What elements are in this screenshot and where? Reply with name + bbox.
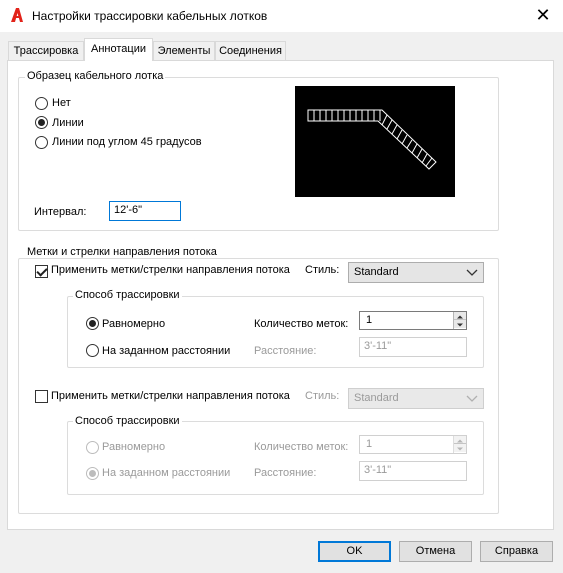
distance-label-2: Расстояние: bbox=[254, 467, 317, 479]
interval-input[interactable]: 12'-6" bbox=[109, 201, 181, 221]
close-icon: ✕ bbox=[535, 5, 551, 25]
flow-group-label: Метки и стрелки направления потока bbox=[25, 246, 219, 258]
method-group-1 bbox=[67, 296, 484, 368]
radio-at-distance-label-1: На заданном расстоянии bbox=[102, 345, 231, 357]
cable-tray-preview-drawing bbox=[307, 109, 437, 170]
autocad-a-icon bbox=[11, 8, 23, 22]
interval-label: Интервал: bbox=[34, 206, 87, 218]
radio-at-distance-1[interactable] bbox=[86, 344, 99, 357]
spin-up-icon[interactable] bbox=[454, 312, 466, 320]
count-value-1: 1 bbox=[366, 314, 373, 326]
distance-input-2[interactable]: 3'-11" bbox=[359, 461, 467, 481]
distance-input-1[interactable]: 3'-11" bbox=[359, 337, 467, 357]
radio-at-distance-2[interactable] bbox=[86, 467, 99, 480]
count-stepper-2[interactable]: 1 bbox=[359, 435, 467, 454]
radio-lines-label: Линии bbox=[52, 117, 84, 129]
style-label-2: Стиль: bbox=[305, 390, 340, 402]
tab-tracing[interactable]: Трассировка bbox=[8, 41, 84, 60]
count-value-2: 1 bbox=[366, 438, 373, 450]
cable-tray-preview bbox=[295, 86, 455, 197]
count-spin-buttons-2[interactable] bbox=[453, 436, 466, 453]
radio-evenly-2[interactable] bbox=[86, 441, 99, 454]
radio-evenly-label-1: Равномерно bbox=[102, 318, 166, 330]
radio-lines-45[interactable] bbox=[35, 136, 48, 149]
method-group-2 bbox=[67, 421, 484, 495]
radio-none[interactable] bbox=[35, 97, 48, 110]
chevron-down-icon bbox=[466, 395, 478, 402]
help-button[interactable]: Справка bbox=[480, 541, 553, 562]
tab-annotations[interactable]: Аннотации bbox=[84, 38, 153, 61]
chevron-down-icon bbox=[466, 269, 478, 276]
title-bar: Настройки трассировки кабельных лотков ✕ bbox=[0, 0, 563, 32]
radio-lines[interactable] bbox=[35, 116, 48, 129]
style-dropdown-1[interactable]: Standard bbox=[348, 262, 484, 283]
style-label-1: Стиль: bbox=[305, 264, 340, 276]
method-group-label-1: Способ трассировки bbox=[73, 289, 182, 301]
apply-flow-checkbox-1[interactable] bbox=[35, 265, 48, 278]
count-spin-buttons-1[interactable] bbox=[453, 312, 466, 329]
spin-down-icon[interactable] bbox=[454, 444, 466, 452]
radio-evenly-label-2: Равномерно bbox=[102, 441, 166, 453]
apply-flow-label-1: Применить метки/стрелки направления пото… bbox=[51, 264, 290, 276]
ok-button[interactable]: OK bbox=[318, 541, 391, 562]
apply-flow-checkbox-2[interactable] bbox=[35, 390, 48, 403]
radio-lines-45-label: Линии под углом 45 градусов bbox=[52, 136, 202, 148]
distance-label-1: Расстояние: bbox=[254, 345, 317, 357]
radio-at-distance-label-2: На заданном расстоянии bbox=[102, 467, 231, 479]
method-group-label-2: Способ трассировки bbox=[73, 415, 182, 427]
sample-group-label: Образец кабельного лотка bbox=[25, 70, 166, 82]
radio-evenly-1[interactable] bbox=[86, 317, 99, 330]
count-label-1: Количество меток: bbox=[254, 318, 349, 330]
tab-elements[interactable]: Элементы bbox=[153, 41, 215, 60]
spin-down-icon[interactable] bbox=[454, 320, 466, 328]
cancel-button[interactable]: Отмена bbox=[399, 541, 472, 562]
count-label-2: Количество меток: bbox=[254, 441, 349, 453]
style-dropdown-2[interactable]: Standard bbox=[348, 388, 484, 409]
style-dropdown-value-1: Standard bbox=[354, 266, 399, 278]
window-title: Настройки трассировки кабельных лотков bbox=[32, 9, 268, 23]
close-button[interactable]: ✕ bbox=[530, 4, 556, 28]
apply-flow-label-2: Применить метки/стрелки направления пото… bbox=[51, 390, 290, 402]
tab-connections[interactable]: Соединения bbox=[215, 41, 286, 60]
spin-up-icon[interactable] bbox=[454, 436, 466, 444]
radio-none-label: Нет bbox=[52, 97, 71, 109]
count-stepper-1[interactable]: 1 bbox=[359, 311, 467, 330]
style-dropdown-value-2: Standard bbox=[354, 392, 399, 404]
